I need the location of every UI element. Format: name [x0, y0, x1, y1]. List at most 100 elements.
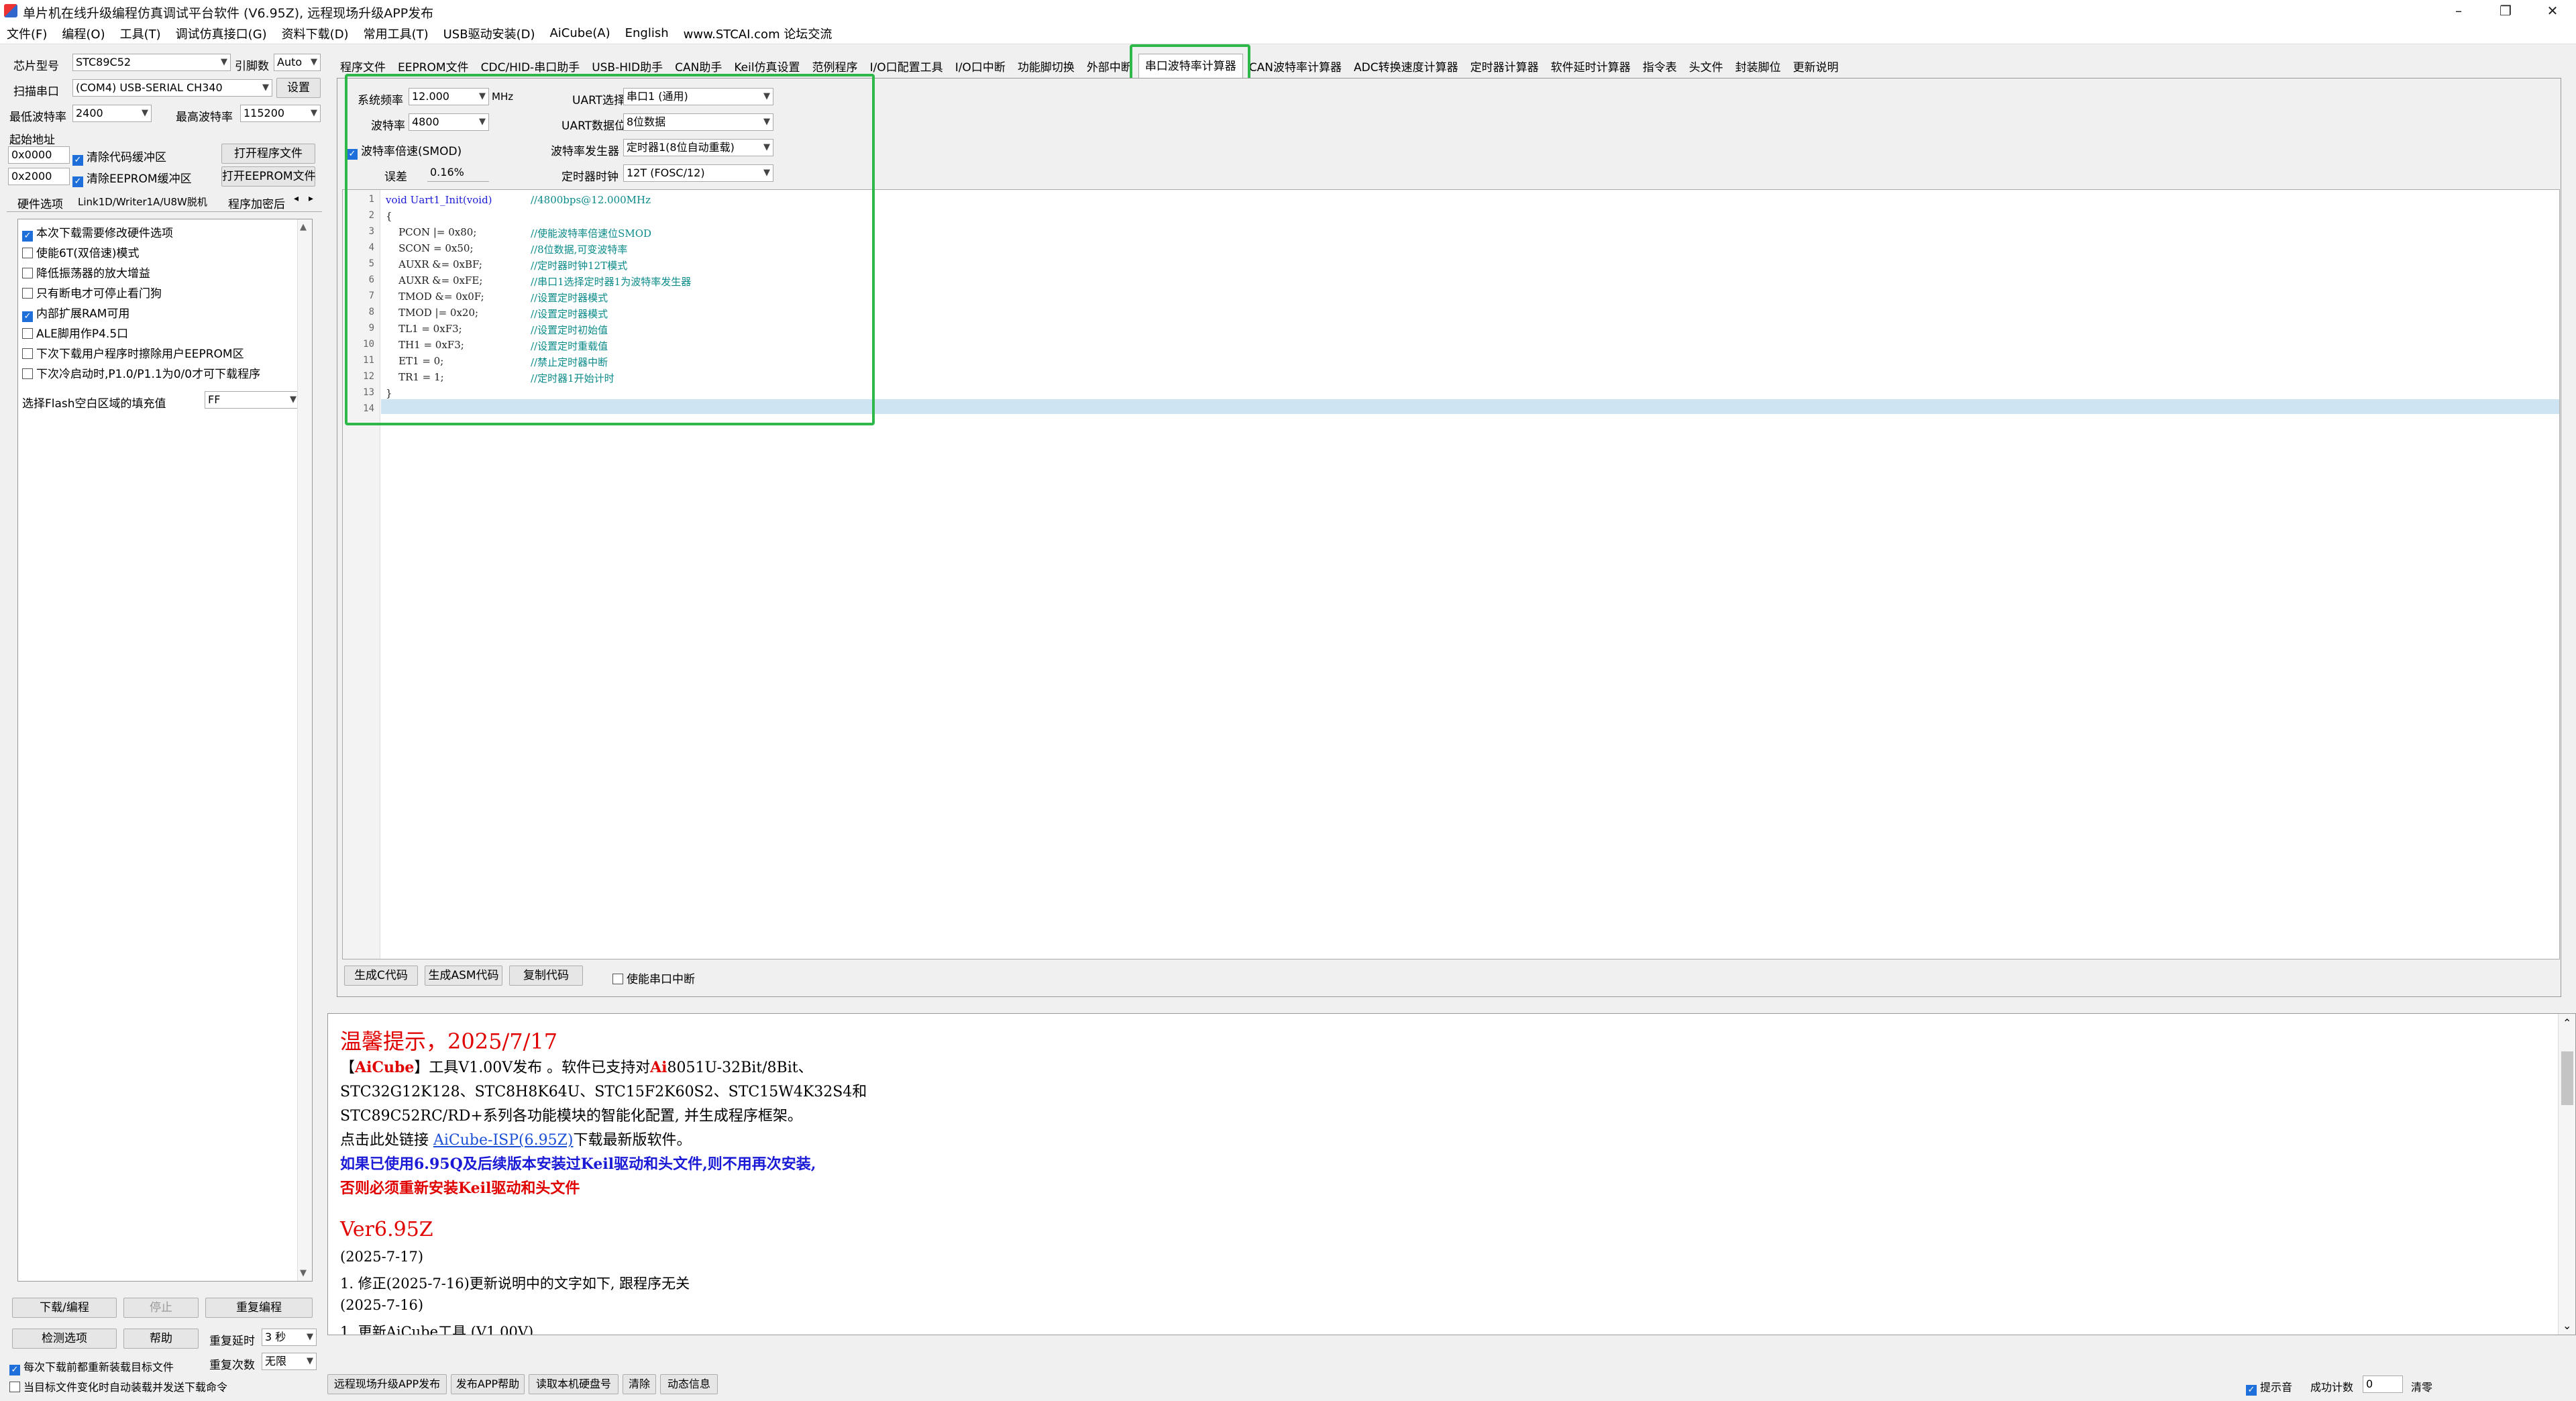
download-link[interactable]: AiCube-ISP(6.95Z)	[433, 1132, 573, 1149]
options-scrollbar[interactable]: ▲ ▼	[297, 219, 312, 1281]
port-select[interactable]: (COM4) USB-SERIAL CH340 ▼	[72, 79, 272, 97]
port-settings-button[interactable]: 设置	[276, 78, 321, 98]
menu-english[interactable]: English	[625, 26, 669, 40]
option-item[interactable]: 下次冷启动时,P1.0/P1.1为0/0才可下载程序	[22, 364, 260, 381]
chip-select[interactable]: STC89C52 ▼	[72, 54, 231, 71]
scroll-up-icon[interactable]: ⌃	[2563, 1017, 2571, 1029]
subtab-offline[interactable]: Link1D/Writer1A/U8W脱机	[78, 195, 207, 209]
pin-select[interactable]: Auto ▼	[274, 54, 321, 71]
tab-can-baud-calc[interactable]: CAN波特率计算器	[1242, 58, 1348, 78]
detect-options-button[interactable]: 检测选项	[12, 1329, 117, 1349]
check-icon: ✓	[72, 176, 83, 187]
tab-package-pins[interactable]: 封装脚位	[1729, 58, 1787, 78]
tab-scroll-left-icon[interactable]: ◂	[294, 193, 299, 204]
menu-tools[interactable]: 工具(T)	[120, 25, 161, 42]
tab-release-notes[interactable]: 更新说明	[1786, 58, 1845, 78]
stop-button[interactable]: 停止	[123, 1298, 199, 1318]
flash-fill-select[interactable]: FF ▼	[205, 391, 300, 409]
minimize-button[interactable]: –	[2435, 0, 2482, 23]
menu-program[interactable]: 编程(O)	[62, 25, 105, 42]
close-button[interactable]: ✕	[2529, 0, 2576, 23]
menu-usb-driver[interactable]: USB驱动安装(D)	[443, 25, 535, 42]
tip-sound-checkbox[interactable]: ✓ 提示音	[2246, 1378, 2292, 1396]
clear-code-checkbox[interactable]: ✓ 清除代码缓冲区	[72, 148, 166, 166]
menu-debug[interactable]: 调试仿真接口(G)	[176, 25, 267, 42]
menu-common-tools[interactable]: 常用工具(T)	[364, 25, 429, 42]
code-addr-input[interactable]: 0x0000	[8, 146, 70, 164]
scroll-down-icon[interactable]: ⌄	[2563, 1319, 2571, 1332]
pin-label: 引脚数	[235, 60, 269, 73]
tab-adc-calc[interactable]: ADC转换速度计算器	[1348, 58, 1464, 78]
menu-download[interactable]: 资料下载(D)	[282, 25, 349, 42]
option-item[interactable]: 使能6T(双倍速)模式	[22, 244, 139, 260]
checkbox-icon	[612, 974, 623, 984]
max-baud-select[interactable]: 115200 ▼	[240, 105, 321, 122]
enable-int-checkbox[interactable]: 使能串口中断	[612, 970, 695, 986]
option-item[interactable]: ✓ 内部扩展RAM可用	[22, 304, 129, 322]
max-baud-label: 最高波特率	[176, 111, 233, 124]
chevron-down-icon: ▼	[311, 108, 317, 118]
tab-io-interrupt[interactable]: I/O口中断	[949, 58, 1012, 78]
option-item[interactable]: 只有断电才可停止看门狗	[22, 284, 162, 301]
tab-delay-calc[interactable]: 软件延时计算器	[1544, 58, 1637, 78]
info-scrollbar[interactable]: ⌃ ⌄	[2558, 1014, 2575, 1335]
version-title: Ver6.95Z	[340, 1218, 433, 1241]
notice-text: 】工具V1.00V发布 。软件已支持对	[414, 1059, 651, 1076]
reload-checkbox[interactable]: ✓ 每次下载前都重新装载目标文件	[9, 1358, 174, 1376]
option-label: 使能6T(双倍速)模式	[36, 247, 140, 260]
generate-c-button[interactable]: 生成C代码	[344, 966, 418, 986]
clear-eeprom-checkbox[interactable]: ✓ 清除EEPROM缓冲区	[72, 169, 192, 187]
remote-publish-button[interactable]: 远程现场升级APP发布	[327, 1374, 447, 1394]
option-item[interactable]: 降低振荡器的放大增益	[22, 264, 150, 280]
repeat-delay-select[interactable]: 3 秒 ▼	[262, 1329, 317, 1346]
repeat-count-select[interactable]: 无限 ▼	[262, 1353, 317, 1370]
repeat-delay-label: 重复延时	[209, 1335, 255, 1348]
read-disk-button[interactable]: 读取本机硬盘号	[529, 1374, 619, 1394]
maximize-button[interactable]: ❐	[2482, 0, 2529, 23]
option-item[interactable]: ALE脚用作P4.5口	[22, 324, 128, 341]
enable-int-label: 使能串口中断	[627, 973, 695, 986]
reset-count-button[interactable]: 清零	[2411, 1378, 2432, 1394]
scroll-thumb[interactable]	[2561, 1051, 2573, 1105]
menu-aicube[interactable]: AiCube(A)	[549, 26, 610, 40]
clear-button[interactable]: 清除	[623, 1374, 656, 1394]
title-bar: 单片机在线升级编程仿真调试平台软件 (V6.95Z), 远程现场升级APP发布 …	[0, 0, 2576, 23]
tab-instruction-table[interactable]: 指令表	[1636, 58, 1683, 78]
menu-forum[interactable]: www.STCAI.com 论坛交流	[684, 25, 833, 42]
tab-header-file[interactable]: 头文件	[1682, 58, 1729, 78]
option-item[interactable]: 下次下载用户程序时擦除用户EEPROM区	[22, 344, 244, 361]
subtab-hardware[interactable]: 硬件选项	[17, 195, 63, 211]
code-addr-value: 0x0000	[11, 148, 52, 161]
tab-scroll-right-icon[interactable]: ▸	[309, 193, 313, 204]
option-item[interactable]: ✓ 本次下载需要修改硬件选项	[22, 223, 173, 242]
subtab-encrypt[interactable]: 程序加密后	[228, 195, 285, 211]
bracket-left: 【	[340, 1059, 356, 1076]
flash-fill-value: FF	[208, 393, 221, 406]
tip-sound-label: 提示音	[2260, 1381, 2293, 1394]
copy-code-button[interactable]: 复制代码	[509, 966, 583, 986]
min-baud-select[interactable]: 2400 ▼	[72, 105, 152, 122]
scroll-up-icon[interactable]: ▲	[300, 222, 307, 232]
publish-help-button[interactable]: 发布APP帮助	[451, 1374, 525, 1394]
eeprom-addr-input[interactable]: 0x2000	[8, 168, 70, 185]
check-icon: ✓	[72, 155, 83, 166]
dynamic-info-button[interactable]: 动态信息	[660, 1374, 718, 1394]
help-button[interactable]: 帮助	[123, 1329, 199, 1349]
tab-timer-calc[interactable]: 定时器计算器	[1464, 58, 1545, 78]
scroll-down-icon[interactable]: ▼	[300, 1268, 307, 1278]
open-eeprom-button[interactable]: 打开EEPROM文件	[221, 166, 316, 187]
generate-asm-button[interactable]: 生成ASM代码	[425, 966, 502, 986]
tab-pin-switch[interactable]: 功能脚切换	[1011, 58, 1081, 78]
repeat-delay-value: 3 秒	[265, 1331, 286, 1343]
tab-io-config[interactable]: I/O口配置工具	[863, 58, 949, 78]
download-button[interactable]: 下载/编程	[12, 1298, 117, 1318]
open-program-button[interactable]: 打开程序文件	[221, 144, 315, 164]
auto-send-checkbox[interactable]: 当目标文件变化时自动装载并发送下载命令	[9, 1378, 227, 1394]
chip-value: STC89C52	[76, 56, 131, 68]
chevron-down-icon: ▼	[142, 108, 148, 118]
reprogram-button[interactable]: 重复编程	[205, 1298, 313, 1318]
repeat-count-value: 无限	[265, 1355, 287, 1367]
info-panel: 温馨提示，2025/7/17 【AiCube】工具V1.00V发布 。软件已支持…	[327, 1013, 2576, 1335]
menu-file[interactable]: 文件(F)	[7, 25, 47, 42]
check-icon: ✓	[22, 311, 33, 322]
